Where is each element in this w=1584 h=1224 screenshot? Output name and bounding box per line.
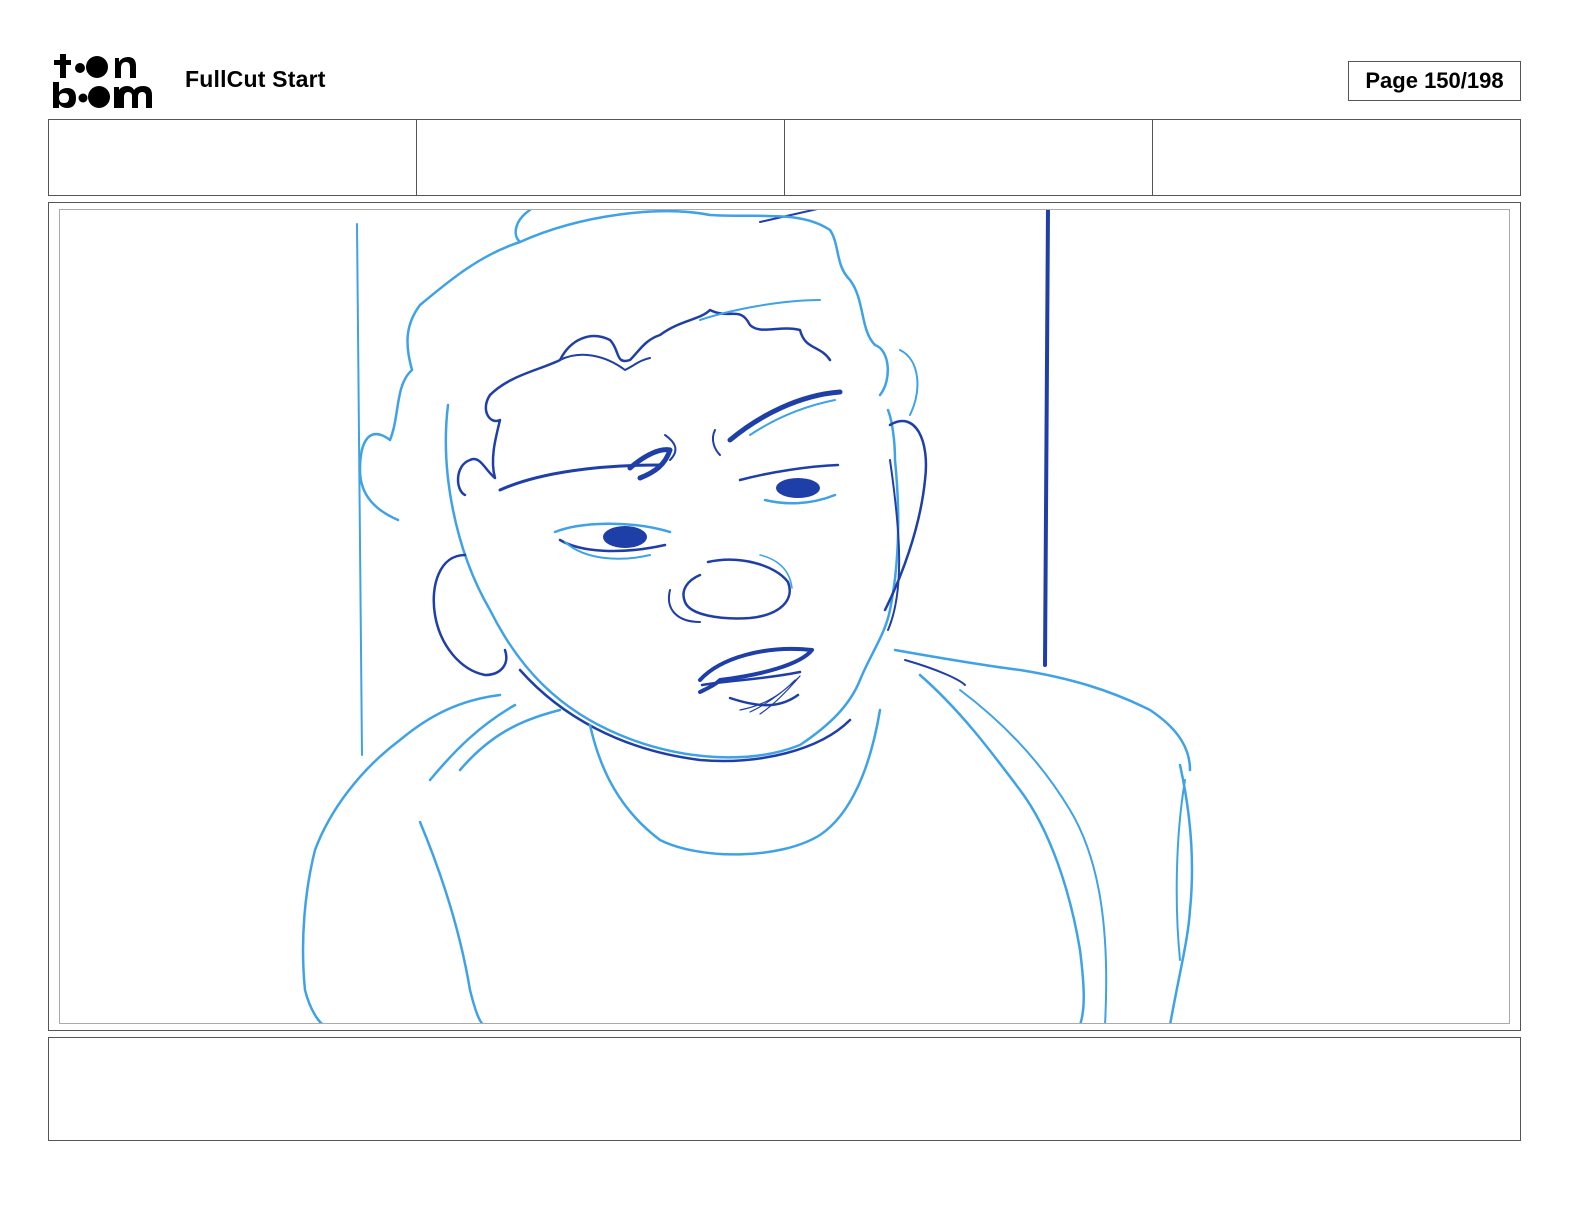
panel-notes-box xyxy=(48,1037,1521,1141)
panel-info-row xyxy=(48,119,1521,196)
info-cell-duration xyxy=(785,120,1153,195)
storyboard-panel xyxy=(59,209,1510,1024)
project-title: FullCut Start xyxy=(185,66,326,92)
info-cell-extra xyxy=(1153,120,1520,195)
info-cell-panel xyxy=(417,120,785,195)
info-cell-scene xyxy=(49,120,417,195)
page-counter: Page 150/198 xyxy=(1348,61,1521,101)
toon-boom-logo-mark xyxy=(53,54,152,108)
storyboard-panel-frame xyxy=(48,202,1521,1031)
character-sketch xyxy=(301,210,1194,1023)
toon-boom-logo xyxy=(52,52,162,110)
